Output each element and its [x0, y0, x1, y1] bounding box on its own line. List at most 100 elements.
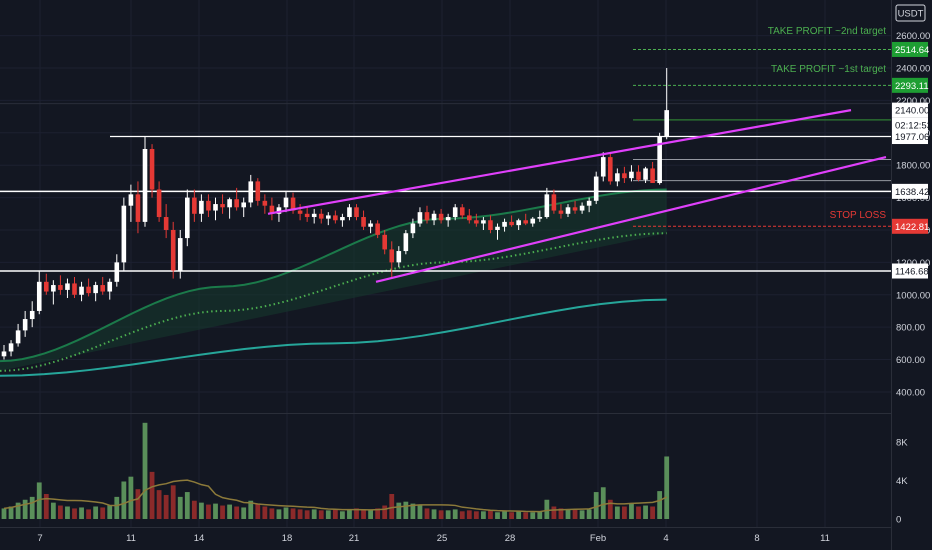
candle-body: [177, 238, 183, 271]
price-tag-label: 1977.06: [895, 132, 929, 143]
candle-body: [234, 199, 239, 208]
y-tick-label: 1000.00: [896, 290, 930, 301]
chart-background: [0, 0, 932, 550]
volume-bar: [650, 506, 655, 519]
candle-body: [347, 207, 352, 218]
volume-bar: [213, 503, 218, 519]
volume-bar: [664, 456, 670, 519]
candle-body: [128, 194, 134, 206]
y-tick-label: 1800.00: [896, 161, 930, 172]
candle-body: [44, 281, 49, 292]
candle-body: [8, 343, 14, 352]
volume-tick-label: 8K: [896, 438, 908, 449]
x-tick-label: 4: [663, 533, 668, 544]
candle-body: [410, 223, 416, 234]
price-chart[interactable]: 400.00600.00800.001000.001200.001400.001…: [0, 0, 932, 550]
candle-body: [459, 207, 465, 216]
candle-body: [220, 204, 225, 208]
volume-bar: [509, 512, 514, 519]
volume-bar: [502, 511, 507, 519]
candle-body: [65, 283, 70, 290]
y-tick-label: 2600.00: [896, 31, 930, 42]
candle-body: [107, 281, 113, 292]
volume-bar: [318, 510, 324, 519]
volume-bar: [276, 509, 282, 519]
candle-body: [438, 213, 444, 221]
candle-body: [326, 215, 331, 219]
price-tag-label: 1638.42: [895, 187, 929, 198]
candle-body: [199, 200, 204, 214]
x-tick-label: 11: [820, 533, 830, 544]
volume-bar: [142, 422, 148, 519]
candle-body: [297, 210, 303, 214]
candle-body: [615, 173, 620, 182]
x-tick-label: 18: [282, 533, 293, 544]
candle-body: [340, 217, 345, 221]
volume-bar: [417, 504, 423, 519]
y-tick-label: 600.00: [896, 355, 925, 366]
volume-bar: [325, 510, 331, 519]
candle-body: [262, 200, 268, 206]
x-tick-label: 21: [349, 533, 360, 544]
candle-body: [86, 286, 91, 294]
candle-body: [509, 221, 514, 226]
volume-bar: [177, 496, 183, 519]
candle-body: [593, 176, 599, 201]
candle-body: [318, 213, 324, 219]
volume-bar: [290, 508, 296, 519]
volume-bar: [389, 493, 395, 519]
volume-bar: [311, 509, 317, 519]
volume-bar: [431, 509, 437, 519]
volume-bar: [128, 476, 134, 519]
volume-bar: [403, 501, 409, 519]
volume-bar: [340, 511, 345, 519]
candle-body: [248, 181, 254, 203]
volume-bar: [347, 509, 352, 519]
x-tick-label: 28: [505, 533, 516, 544]
volume-bar: [438, 510, 444, 519]
volume-bar: [29, 496, 35, 519]
volume-bar: [170, 485, 176, 519]
volume-bar: [121, 481, 127, 519]
volume-bar: [283, 507, 289, 519]
candle-body: [537, 217, 543, 219]
volume-bar: [537, 511, 543, 519]
volume-bar: [459, 511, 465, 519]
volume-bar: [199, 502, 204, 519]
candle-body: [22, 319, 28, 331]
volume-bar: [149, 471, 155, 519]
price-tag-label: 2140.00: [895, 106, 929, 117]
price-tag-label: 2293.11: [895, 81, 929, 92]
candle-body: [389, 249, 395, 263]
volume-bar: [466, 510, 472, 519]
candle-body: [142, 149, 148, 222]
volume-bar: [530, 512, 536, 519]
candle-body: [185, 197, 190, 239]
candle-body: [629, 171, 634, 179]
candle-body: [495, 226, 500, 230]
candle-body: [135, 194, 141, 222]
candle-body: [255, 181, 261, 201]
candle-body: [1, 351, 7, 357]
x-tick-label: Feb: [590, 533, 606, 544]
volume-bar: [163, 494, 169, 519]
volume-bar: [643, 505, 648, 519]
volume-bar: [107, 505, 113, 519]
volume-bar: [304, 510, 310, 519]
candle-body: [121, 205, 127, 263]
take-profit-1-label: TAKE PROFIT ~1st target: [771, 64, 886, 75]
volume-bar: [22, 499, 28, 519]
candle-body: [93, 285, 98, 294]
candle-body: [516, 220, 521, 226]
candle-body: [333, 215, 338, 221]
volume-bar: [361, 509, 366, 519]
candle-body: [572, 207, 578, 211]
volume-bar: [600, 487, 606, 519]
candle-body: [163, 217, 169, 230]
volume-bar: [1, 508, 7, 519]
price-tag-label: 1146.68: [895, 267, 929, 278]
candle-body: [382, 234, 387, 250]
volume-bar: [495, 512, 500, 519]
volume-bar: [184, 492, 190, 519]
volume-bar: [473, 511, 479, 519]
